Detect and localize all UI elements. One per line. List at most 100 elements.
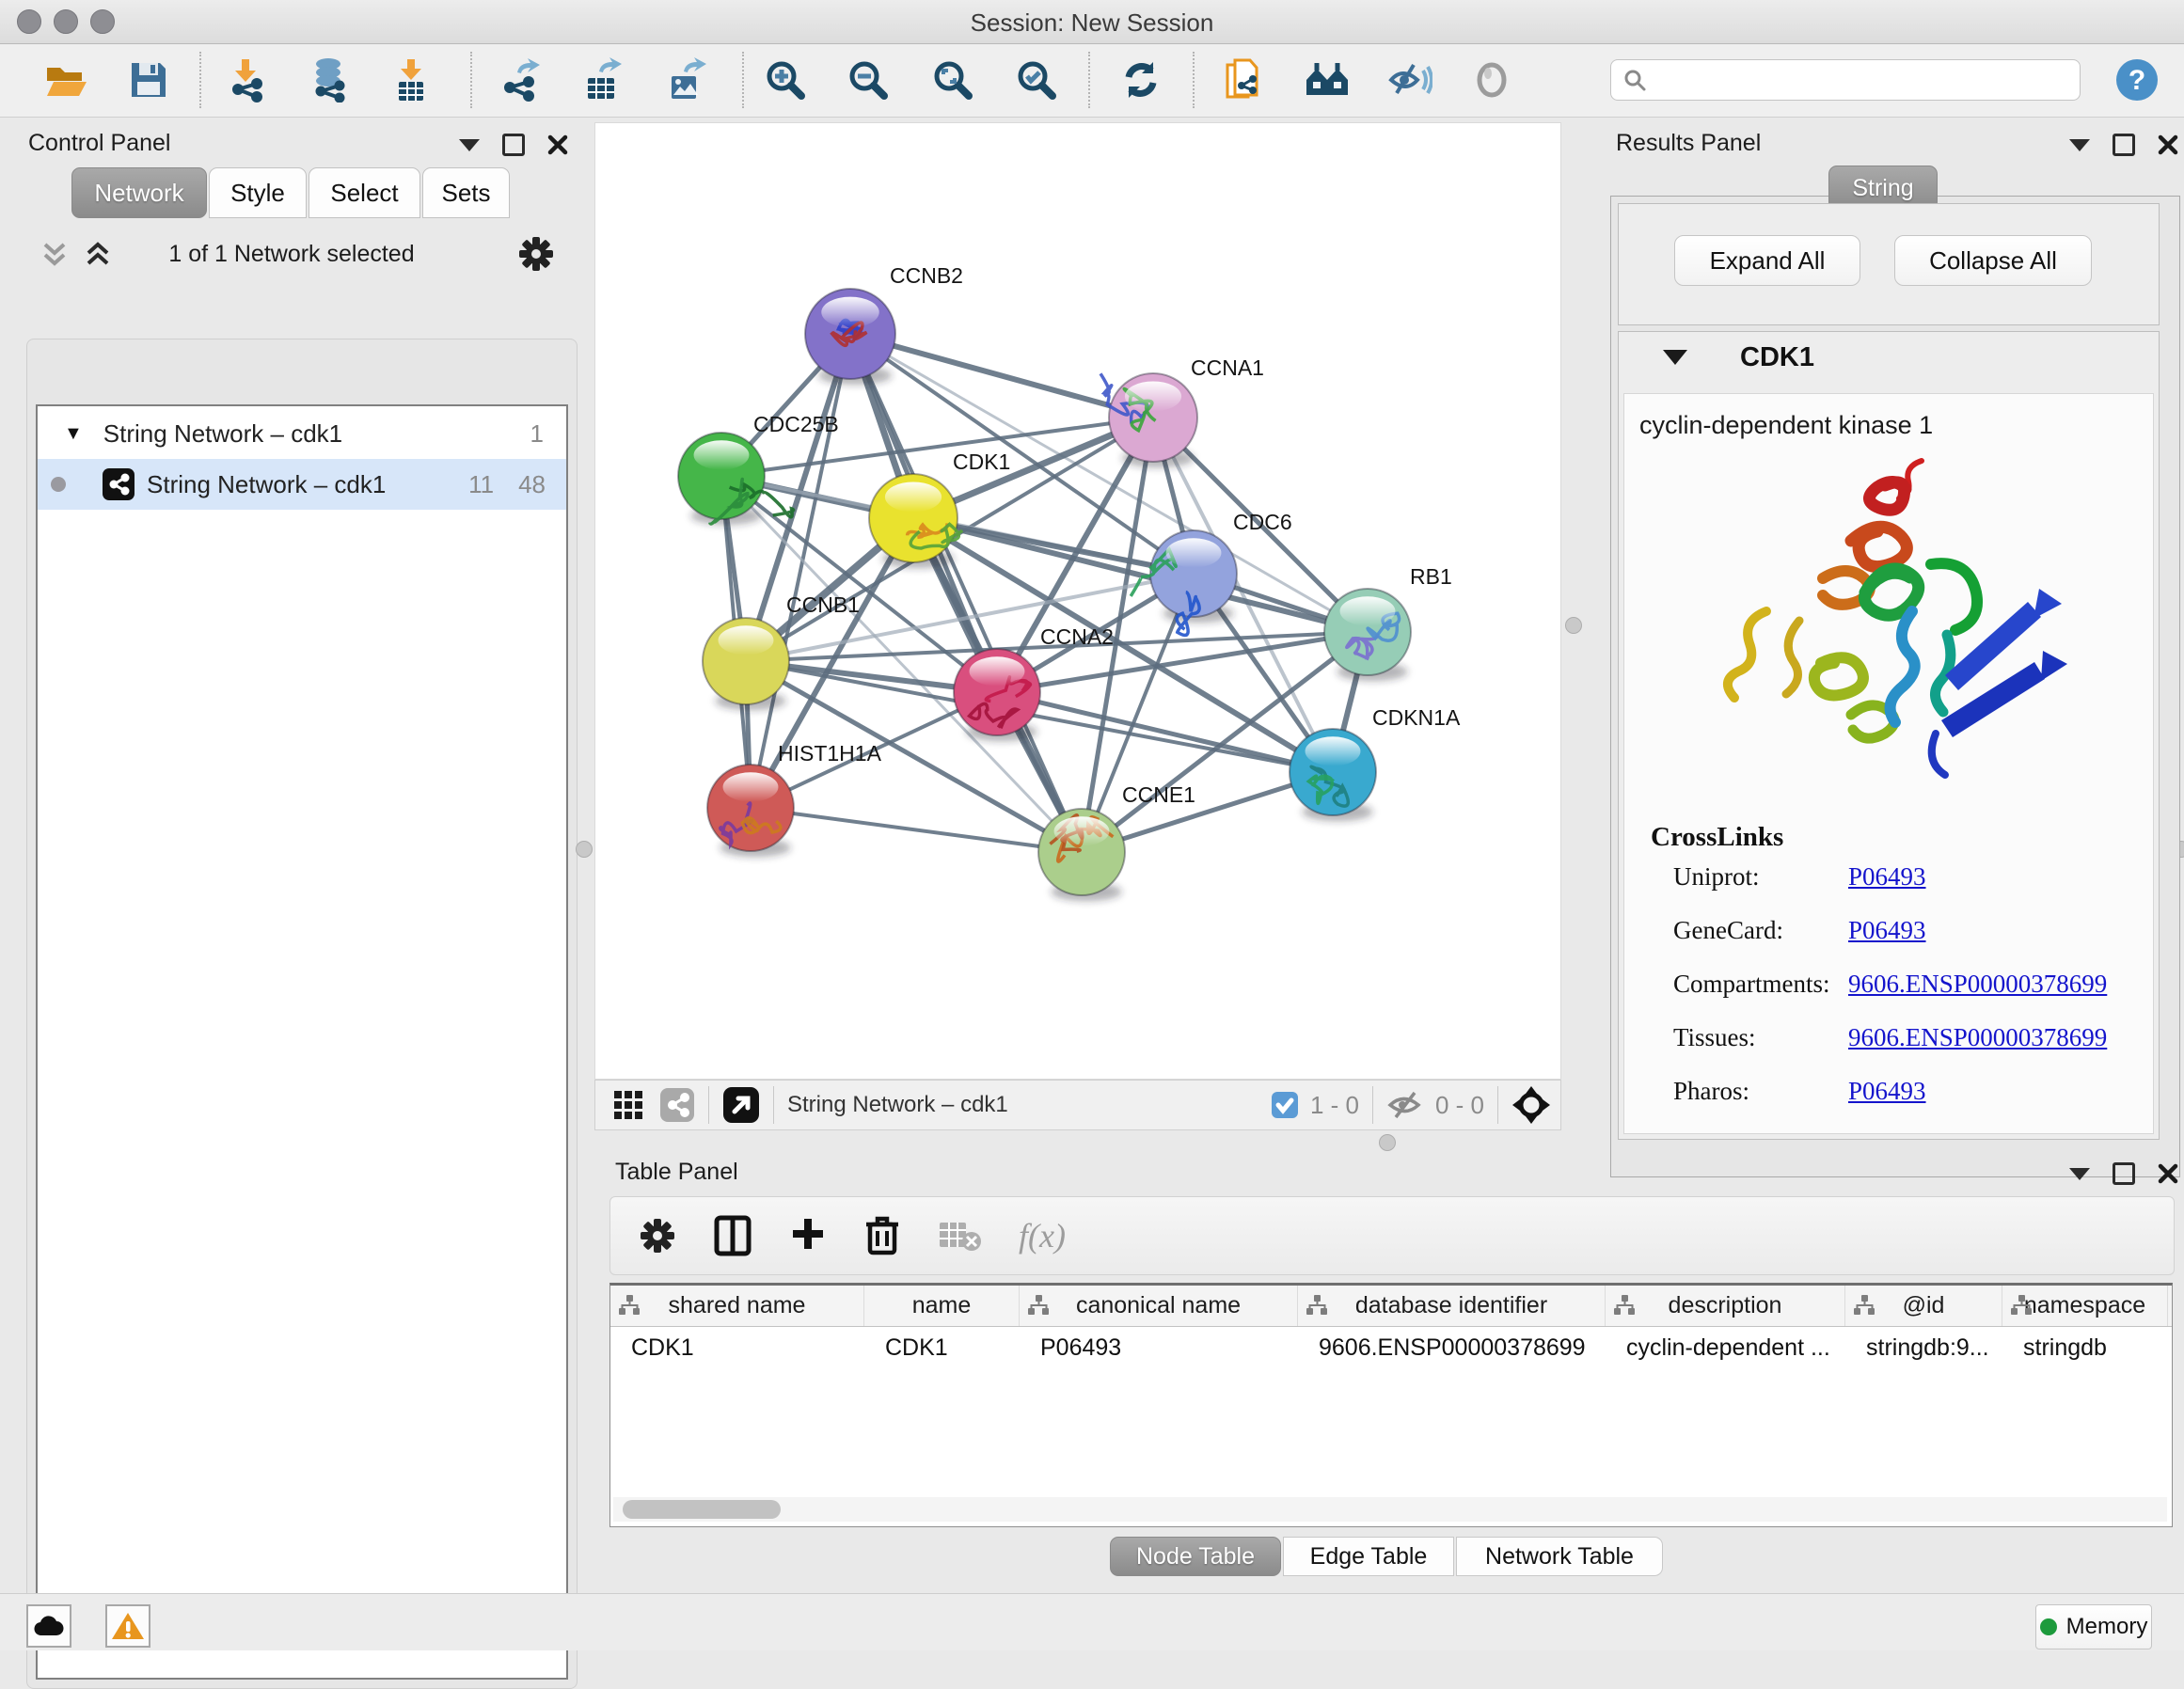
string-protein-query-button[interactable]: [1305, 57, 1350, 103]
network-row-selected[interactable]: String Network – cdk1 11 48: [38, 459, 566, 510]
delete-column-trash-icon[interactable]: [864, 1215, 900, 1256]
network-node-RB1[interactable]: [1324, 589, 1411, 681]
table-horizontal-scrollbar[interactable]: [613, 1497, 2167, 1522]
left-splitter-handle[interactable]: [576, 841, 593, 858]
show-grid-button[interactable]: [612, 1089, 644, 1121]
detach-view-button[interactable]: [722, 1086, 760, 1124]
tree-expander-icon[interactable]: ▼: [64, 423, 83, 445]
network-collection-row[interactable]: ▼ String Network – cdk1 1: [38, 410, 566, 457]
warnings-button[interactable]: [105, 1604, 150, 1648]
zoom-in-button[interactable]: [763, 57, 808, 103]
network-node-HIST1H1A[interactable]: [707, 765, 794, 857]
tab-sets[interactable]: Sets: [422, 167, 510, 218]
column-header--id[interactable]: @id: [1845, 1286, 2002, 1326]
show-columns-icon[interactable]: [714, 1215, 752, 1256]
svg-text:?: ?: [2129, 65, 2145, 96]
tab-network-table[interactable]: Network Table: [1456, 1537, 1663, 1576]
table-row[interactable]: CDK1CDK1P064939606.ENSP00000378699cyclin…: [610, 1327, 2172, 1368]
maximize-panel-icon[interactable]: [2113, 1162, 2135, 1185]
column-header-description[interactable]: description: [1606, 1286, 1845, 1326]
memory-button[interactable]: Memory: [2035, 1604, 2152, 1650]
table-cell[interactable]: CDK1: [610, 1327, 864, 1368]
float-panel-icon[interactable]: [459, 139, 480, 151]
crosslink-tissues-link[interactable]: 9606.ENSP00000378699: [1848, 1023, 2107, 1052]
column-header-canonical-name[interactable]: canonical name: [1020, 1286, 1298, 1326]
gene-section-collapse-icon[interactable]: [1663, 350, 1687, 365]
column-header-shared-name[interactable]: shared name: [610, 1286, 864, 1326]
refresh-view-button[interactable]: [1118, 57, 1163, 103]
cloud-status-button[interactable]: [26, 1604, 71, 1648]
crosslink-compartments-link[interactable]: 9606.ENSP00000378699: [1848, 970, 2107, 999]
column-header-database-identifier[interactable]: database identifier: [1298, 1286, 1606, 1326]
float-panel-icon[interactable]: [2069, 139, 2090, 151]
import-table-button[interactable]: [388, 57, 434, 103]
network-edge-CCNB2-HIST1H1A[interactable]: [751, 334, 850, 808]
create-column-plus-icon[interactable]: [789, 1217, 827, 1255]
network-node-CCNA2[interactable]: [954, 649, 1040, 741]
table-cell[interactable]: cyclin-dependent ...: [1606, 1327, 1845, 1368]
network-node-CCNB1[interactable]: [703, 618, 789, 710]
maximize-panel-icon[interactable]: [2113, 134, 2135, 156]
new-network-from-selection-button[interactable]: [1221, 57, 1266, 103]
network-node-CDKN1A[interactable]: [1290, 729, 1376, 821]
crosslink-row: Tissues: 9606.ENSP00000378699: [1673, 1023, 2153, 1052]
help-button[interactable]: ?: [2114, 57, 2160, 103]
close-panel-icon[interactable]: [2158, 1163, 2178, 1184]
network-panel-options-button[interactable]: [517, 235, 555, 273]
network-canvas[interactable]: CCNB2CCNA1CDC25BCDK1CDC6RB1CCNB1CCNA2CDK…: [594, 122, 1561, 1080]
table-cell[interactable]: 9606.ENSP00000378699: [1298, 1327, 1606, 1368]
close-panel-icon[interactable]: [2158, 134, 2178, 155]
show-all-button[interactable]: [1469, 57, 1514, 103]
collapse-all-button[interactable]: Collapse All: [1894, 235, 2092, 286]
column-header-namespace[interactable]: namespace: [2002, 1286, 2168, 1326]
node-gloss-highlight: [1340, 596, 1396, 625]
network-node-CCNE1[interactable]: [1038, 809, 1125, 901]
export-image-button[interactable]: [662, 57, 707, 103]
float-panel-icon[interactable]: [2069, 1168, 2090, 1180]
right-splitter-handle[interactable]: [1565, 617, 1582, 634]
crosslink-row: GeneCard: P06493: [1673, 916, 2153, 945]
table-cell[interactable]: P06493: [1020, 1327, 1298, 1368]
zoom-selected-button[interactable]: [1014, 57, 1059, 103]
network-node-CDC25B[interactable]: [678, 433, 794, 525]
zoom-out-button[interactable]: [846, 57, 891, 103]
network-node-CDK1[interactable]: [869, 474, 962, 568]
network-node-CCNA1[interactable]: [1100, 373, 1197, 467]
crosslink-genecard-link[interactable]: P06493: [1848, 916, 1926, 945]
network-view-mode-button[interactable]: [659, 1087, 695, 1123]
tab-node-table[interactable]: Node Table: [1110, 1537, 1281, 1576]
node-label-CCNB2: CCNB2: [890, 263, 963, 288]
table-options-gear-icon[interactable]: [639, 1217, 676, 1255]
network-edge-HIST1H1A-CCNE1[interactable]: [751, 808, 1082, 852]
maximize-panel-icon[interactable]: [502, 134, 525, 156]
column-header-name[interactable]: name: [864, 1286, 1020, 1326]
close-panel-icon[interactable]: [547, 134, 568, 155]
zoom-fit-button[interactable]: [930, 57, 975, 103]
table-cell[interactable]: CDK1: [864, 1327, 1020, 1368]
toolbar-search-field[interactable]: [1610, 59, 2081, 101]
tab-edge-table[interactable]: Edge Table: [1283, 1537, 1454, 1576]
hidden-eye-slash-icon[interactable]: [1386, 1089, 1426, 1121]
open-session-button[interactable]: [43, 57, 88, 103]
crosslink-pharos-link[interactable]: P06493: [1848, 1077, 1926, 1106]
tab-network[interactable]: Network: [71, 167, 207, 218]
table-cell[interactable]: stringdb: [2002, 1327, 2168, 1368]
scrollbar-thumb[interactable]: [623, 1500, 781, 1519]
export-table-button[interactable]: [579, 57, 625, 103]
node-label-RB1: RB1: [1410, 564, 1452, 589]
column-type-icon: [1613, 1294, 1636, 1317]
import-network-database-button[interactable]: [307, 57, 352, 103]
expand-all-button[interactable]: Expand All: [1674, 235, 1860, 286]
crosslink-uniprot-link[interactable]: P06493: [1848, 862, 1926, 892]
birdseye-navigator-icon[interactable]: [1511, 1085, 1551, 1125]
save-session-button[interactable]: [126, 57, 171, 103]
tab-style[interactable]: Style: [209, 167, 307, 218]
import-network-file-button[interactable]: [224, 57, 269, 103]
network-edge-CCNB2-CCNE1[interactable]: [850, 334, 1082, 852]
export-table-icon: [580, 57, 624, 103]
hide-selected-button[interactable]: [1387, 57, 1432, 103]
tab-select[interactable]: Select: [309, 167, 420, 218]
export-network-button[interactable]: [498, 57, 543, 103]
selected-checkbox-icon[interactable]: [1271, 1091, 1299, 1119]
table-cell[interactable]: stringdb:9...: [1845, 1327, 2002, 1368]
